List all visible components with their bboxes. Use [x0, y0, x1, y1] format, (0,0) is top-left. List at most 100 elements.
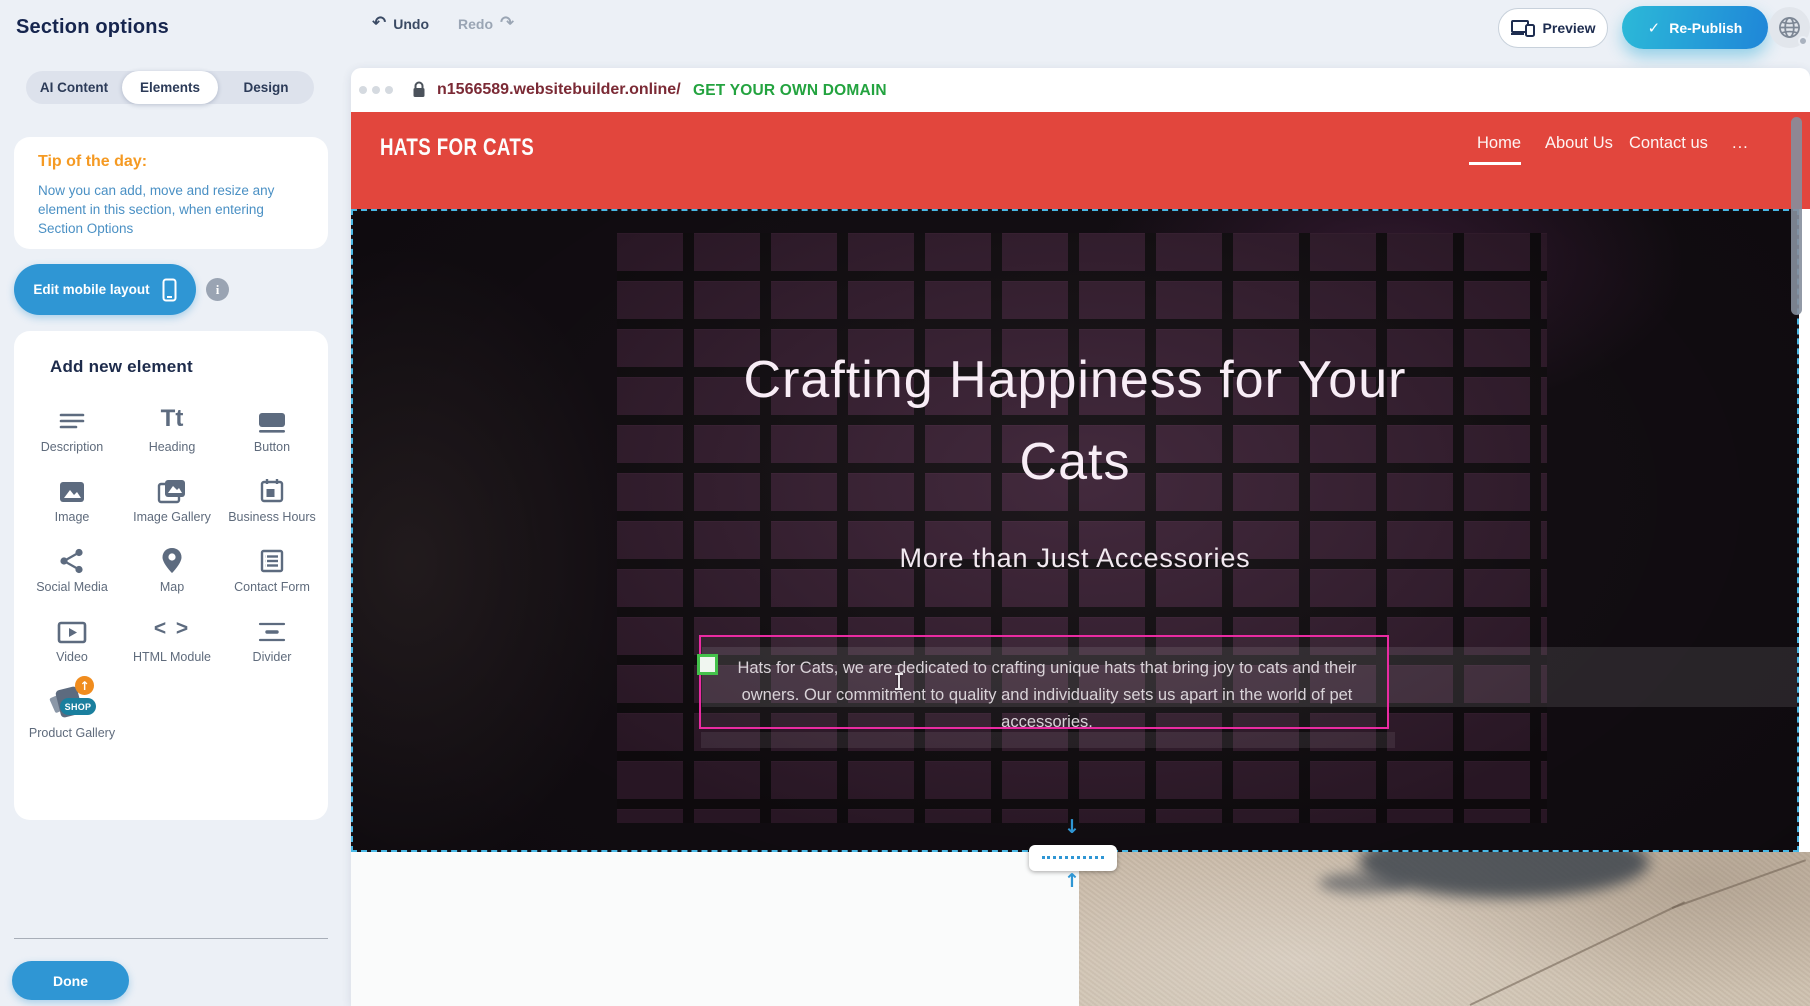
page-title: Section options — [16, 16, 169, 39]
edit-mobile-label: Edit mobile layout — [33, 282, 149, 297]
element-label: Divider — [253, 650, 292, 665]
scrollbar-thumb[interactable] — [1791, 117, 1802, 315]
republish-button[interactable]: ✓ Re-Publish — [1622, 6, 1768, 49]
element-label: Description — [41, 440, 104, 455]
element-heading[interactable]: Tt Heading — [124, 398, 220, 455]
chrome-dot — [372, 86, 380, 94]
hero-body-text[interactable]: Hats for Cats, we are dedicated to craft… — [713, 655, 1381, 736]
map-icon — [161, 538, 183, 574]
section-resize-handle[interactable] — [1029, 845, 1117, 871]
resize-handle-dots — [1042, 856, 1104, 859]
element-video[interactable]: Video — [24, 608, 120, 665]
element-contact-form[interactable]: Contact Form — [224, 538, 320, 595]
next-section-blank — [351, 852, 1079, 1006]
image-gallery-icon — [157, 468, 187, 504]
element-map[interactable]: Map — [124, 538, 220, 595]
element-image[interactable]: Image — [24, 468, 120, 525]
tab-elements-label: Elements — [140, 80, 200, 95]
site-header — [351, 112, 1810, 209]
floor-shadow-small — [1319, 872, 1409, 894]
chrome-dot — [359, 86, 367, 94]
nav-home-underline — [1469, 162, 1521, 165]
element-label: HTML Module — [133, 650, 211, 665]
element-description[interactable]: Description — [24, 398, 120, 455]
heading-icon: Tt — [161, 398, 184, 434]
mobile-phone-icon — [162, 278, 177, 302]
tip-body: Now you can add, move and resize any ele… — [38, 181, 306, 238]
element-html-module[interactable]: < > HTML Module — [124, 608, 220, 665]
republish-label: Re-Publish — [1669, 20, 1742, 36]
redo-icon: ↷ — [500, 15, 514, 32]
floor-tile-seam — [1672, 859, 1806, 909]
element-button[interactable]: Button — [224, 398, 320, 455]
site-url[interactable]: n1566589.websitebuilder.online/ — [437, 81, 681, 99]
lock-icon — [412, 81, 426, 98]
tab-ai-content-label: AI Content — [40, 80, 108, 95]
hero-subheading[interactable]: More than Just Accessories — [353, 543, 1797, 574]
element-divider[interactable]: Divider — [224, 608, 320, 665]
social-media-icon — [59, 538, 85, 574]
done-button[interactable]: Done — [12, 961, 129, 1000]
hero-section-selected[interactable]: Crafting Happiness for Your Cats More th… — [351, 209, 1799, 852]
element-image-gallery[interactable]: Image Gallery — [124, 468, 220, 525]
tab-design-label: Design — [243, 80, 288, 95]
contact-form-icon — [259, 538, 285, 574]
button-icon — [257, 398, 287, 434]
tab-ai-content[interactable]: AI Content — [26, 71, 122, 104]
panel-tab-group: AI Content Elements Design — [26, 71, 314, 104]
element-label: Product Gallery — [29, 726, 115, 741]
element-label: Map — [160, 580, 184, 595]
hero-heading[interactable]: Crafting Happiness for Your Cats — [353, 339, 1797, 503]
preview-button[interactable]: Preview — [1498, 8, 1608, 48]
html-module-icon: < > — [154, 608, 190, 644]
description-icon — [58, 398, 86, 434]
divider-icon — [258, 608, 286, 644]
globe-status-dot — [1798, 36, 1808, 46]
upload-arrow-badge: ↑ — [75, 676, 94, 695]
nav-contact-us[interactable]: Contact us — [1629, 134, 1708, 153]
business-hours-icon — [259, 468, 285, 504]
image-icon — [58, 468, 86, 504]
floor-tile-seam — [1470, 901, 1686, 1006]
element-label: Contact Form — [234, 580, 310, 595]
element-business-hours[interactable]: Business Hours — [224, 468, 320, 525]
add-element-title: Add new element — [50, 357, 193, 377]
nav-more[interactable]: ... — [1732, 134, 1749, 153]
element-drag-handle[interactable] — [697, 654, 718, 675]
check-icon: ✓ — [1648, 19, 1661, 37]
undo-label: Undo — [393, 16, 429, 32]
element-label: Social Media — [36, 580, 108, 595]
element-label: Video — [56, 650, 88, 665]
tab-elements[interactable]: Elements — [122, 71, 218, 104]
text-cursor — [898, 673, 900, 690]
get-domain-link[interactable]: GET YOUR OWN DOMAIN — [693, 82, 887, 100]
element-label: Image — [55, 510, 90, 525]
globe-icon — [1778, 16, 1801, 39]
edit-mobile-layout-button[interactable]: Edit mobile layout — [14, 264, 196, 315]
tip-title: Tip of the day: — [38, 153, 147, 171]
undo-button[interactable]: ↶ Undo — [372, 15, 429, 32]
product-gallery-icon: ↑ SHOP — [50, 678, 94, 720]
element-product-gallery[interactable]: ↑ SHOP Product Gallery — [24, 678, 120, 741]
redo-button[interactable]: Redo ↷ — [458, 15, 514, 32]
element-social-media[interactable]: Social Media — [24, 538, 120, 595]
panel-separator — [14, 938, 328, 939]
resize-arrow-down-icon: ↓ — [1064, 818, 1080, 837]
element-grid: Description Tt Heading Button Image — [22, 398, 322, 741]
language-globe-button[interactable] — [1769, 7, 1810, 48]
site-logo[interactable]: HATS FOR CATS — [380, 134, 534, 162]
done-label: Done — [53, 973, 88, 989]
chrome-dot — [385, 86, 393, 94]
shop-badge: SHOP — [60, 698, 96, 715]
element-label: Button — [254, 440, 290, 455]
nav-about-us[interactable]: About Us — [1545, 134, 1613, 153]
tab-design[interactable]: Design — [218, 71, 314, 104]
element-label: Business Hours — [228, 510, 316, 525]
element-label: Heading — [149, 440, 196, 455]
app-screen: Section options ↶ Undo Redo ↷ Preview ✓ … — [0, 0, 1810, 1006]
redo-label: Redo — [458, 16, 493, 32]
preview-label: Preview — [1543, 20, 1596, 36]
info-icon[interactable]: i — [206, 278, 229, 301]
nav-home[interactable]: Home — [1477, 134, 1521, 153]
devices-icon — [1511, 19, 1535, 37]
